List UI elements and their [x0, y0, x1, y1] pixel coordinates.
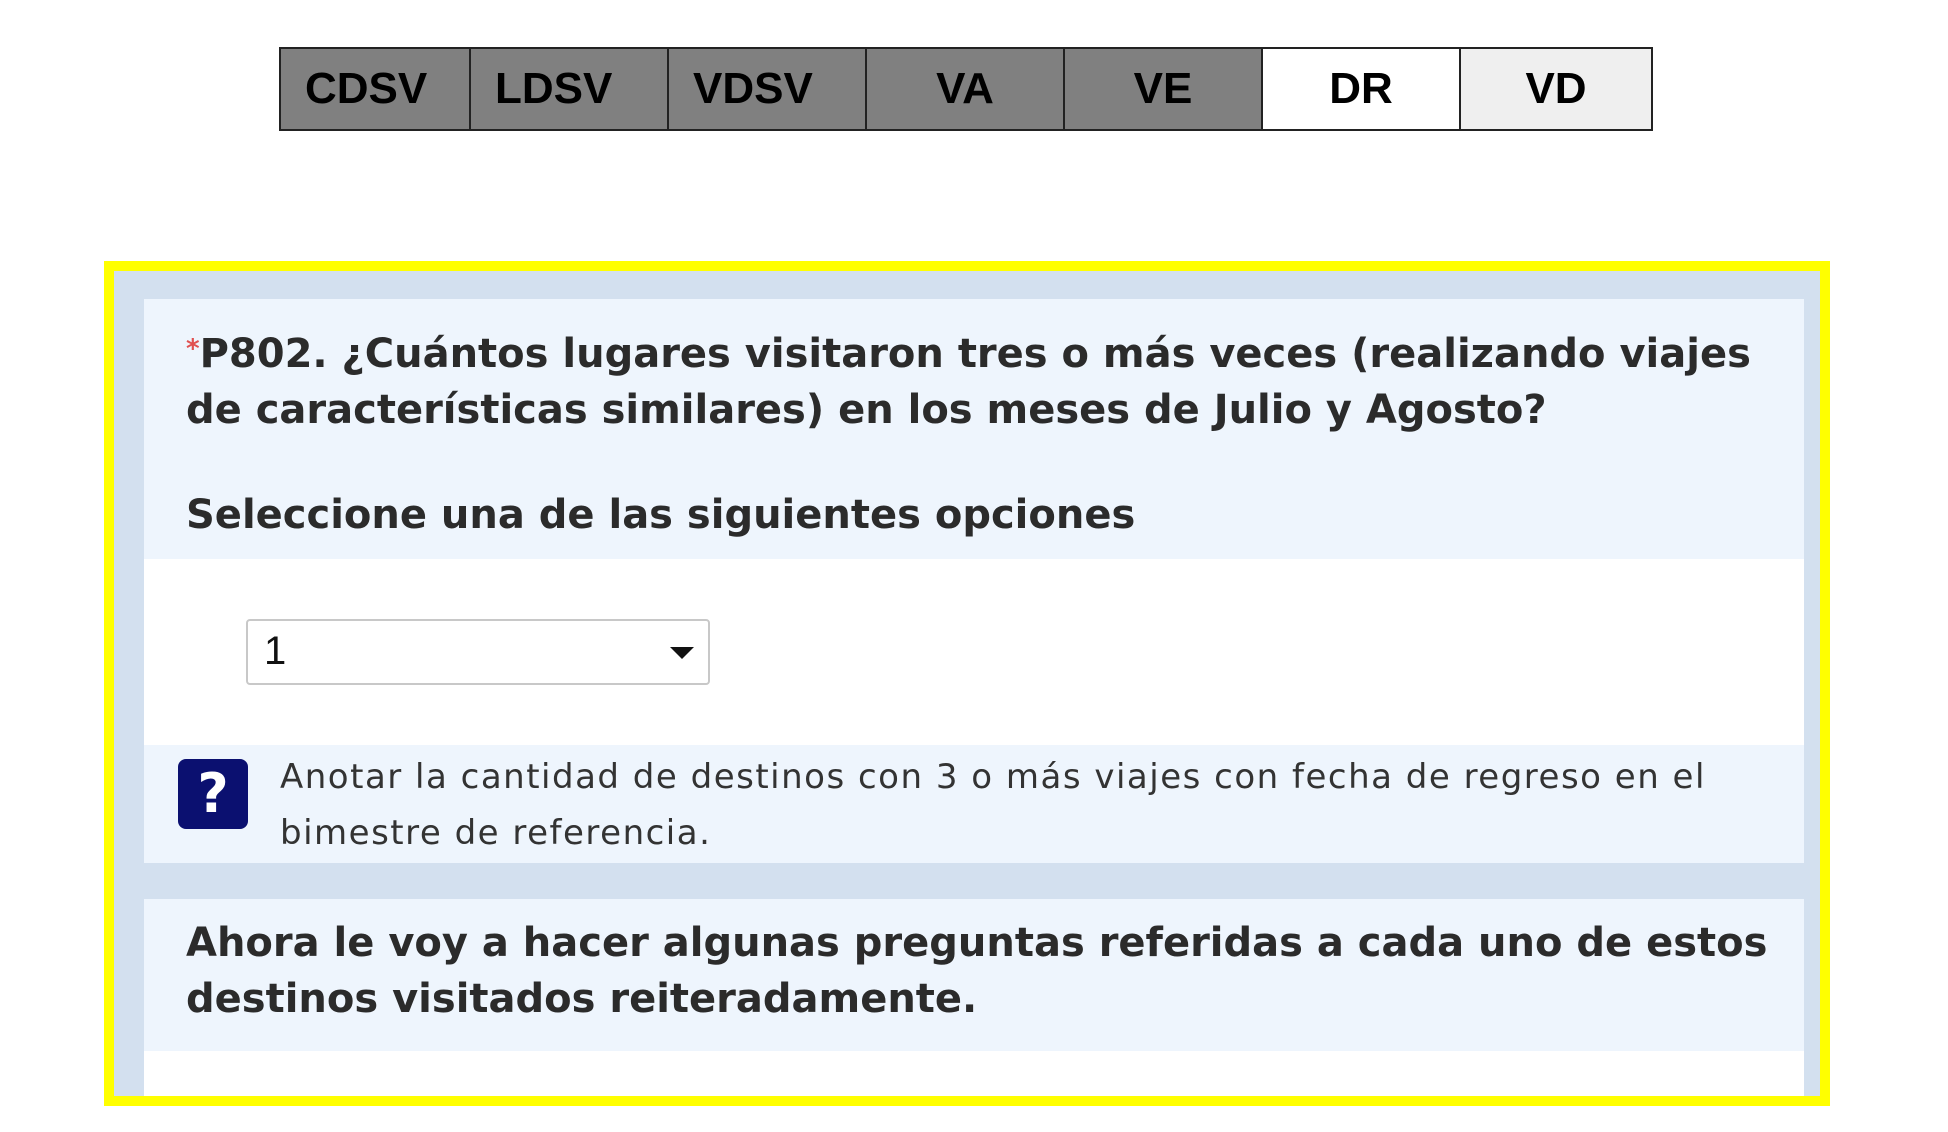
empty-answer-area [144, 1051, 1804, 1096]
intro-text: Ahora le voy a hacer algunas preguntas r… [186, 920, 1768, 1022]
answer-block: 1 [144, 559, 1804, 745]
tab-dr[interactable]: DR [1263, 49, 1461, 129]
question-title: *P802. ¿Cuántos lugares visitaron tres o… [186, 321, 1786, 438]
section-tab-bar: CDSV LDSV VDSV VA VE DR VD [279, 47, 1653, 131]
select-value: 1 [264, 629, 287, 673]
intro-block: Ahora le voy a hacer algunas preguntas r… [144, 899, 1804, 1051]
required-marker: * [186, 334, 200, 364]
chevron-down-icon[interactable] [670, 647, 694, 659]
question-block: *P802. ¿Cuántos lugares visitaron tres o… [144, 299, 1804, 559]
tab-vdsv[interactable]: VDSV [669, 49, 867, 129]
question-panel-frame: *P802. ¿Cuántos lugares visitaron tres o… [114, 271, 1820, 1096]
tab-ldsv[interactable]: LDSV [471, 49, 669, 129]
tab-ve[interactable]: VE [1065, 49, 1263, 129]
tab-va[interactable]: VA [867, 49, 1065, 129]
help-icon[interactable]: ? [178, 759, 248, 829]
tab-vd[interactable]: VD [1461, 49, 1651, 129]
quantity-select[interactable]: 1 [246, 619, 710, 685]
help-text: Anotar la cantidad de destinos con 3 o m… [280, 757, 1706, 853]
question-text: P802. ¿Cuántos lugares visitaron tres o … [186, 331, 1751, 433]
help-block: ? Anotar la cantidad de destinos con 3 o… [144, 745, 1804, 863]
highlighted-question-panel: *P802. ¿Cuántos lugares visitaron tres o… [104, 261, 1830, 1106]
question-instruction: Seleccione una de las siguientes opcione… [186, 492, 1136, 538]
tab-cdsv[interactable]: CDSV [281, 49, 471, 129]
